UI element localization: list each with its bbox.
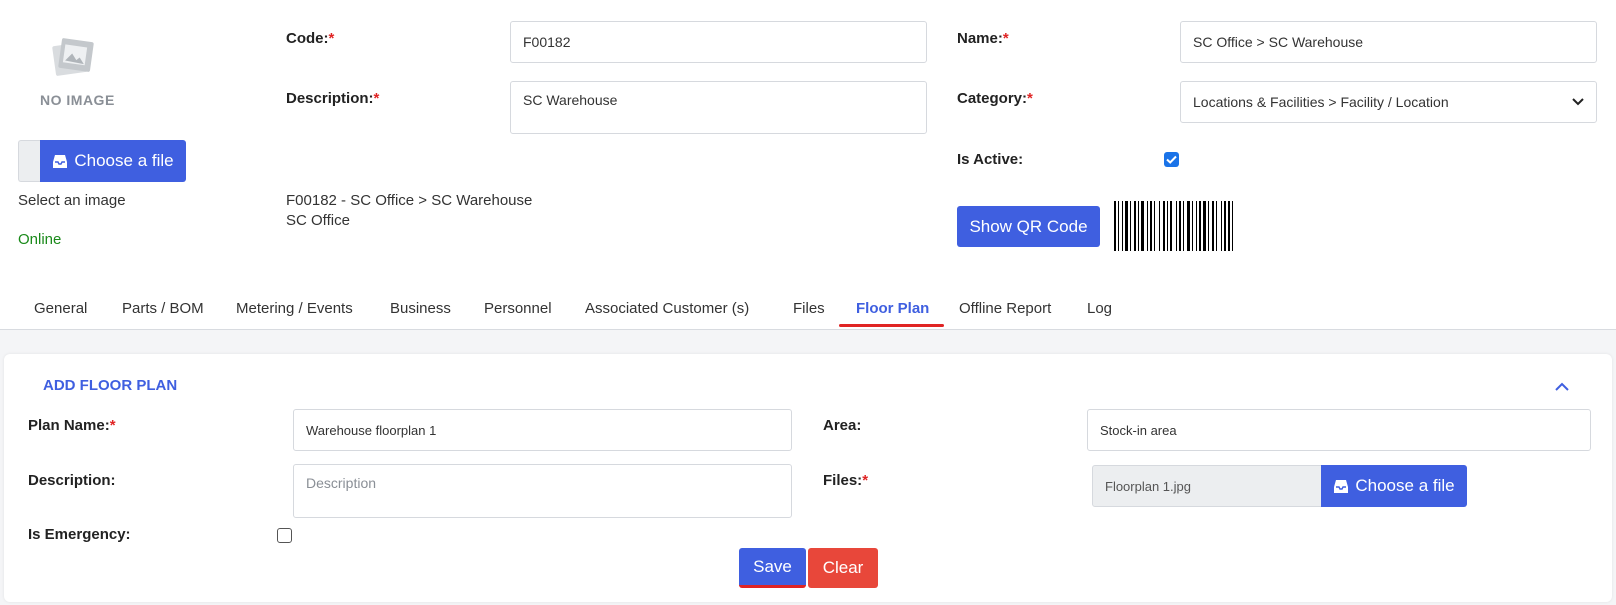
plan-name-value: Warehouse floorplan 1 [306,422,437,438]
code-value: F00182 [523,34,571,50]
plan-description-placeholder: Description [306,475,377,491]
save-label: Save [753,556,792,576]
area-label: Area: [823,417,862,434]
tab-bar: General Parts / BOM Metering / Events Bu… [0,288,1616,330]
barcode-bar [1203,201,1206,251]
barcode-bar [1176,201,1177,251]
barcode-bar [1150,201,1152,251]
tab-parts-bom[interactable]: Parts / BOM [122,300,204,317]
tab-business[interactable]: Business [390,300,451,317]
barcode-bar [1147,201,1148,251]
barcode-bar [1154,201,1155,251]
barcode-bar [1118,201,1119,251]
tab-metering-events[interactable]: Metering / Events [236,300,353,317]
image-placeholder-icon [52,38,94,76]
barcode-bar [1196,201,1197,251]
add-floor-plan-card: ADD FLOOR PLAN Plan Name:* Warehouse flo… [4,354,1612,602]
area-value: Stock-in area [1100,422,1177,438]
status-text: Online [18,231,62,248]
image-file-input[interactable] [18,140,41,182]
barcode-bar [1208,201,1209,251]
is-emergency-label: Is Emergency: [28,526,131,543]
show-qr-code-button[interactable]: Show QR Code [957,206,1100,247]
summary-line-2: SC Office [286,212,350,229]
is-active-checkbox[interactable] [1164,152,1179,167]
floor-plan-file-input[interactable]: Floorplan 1.jpg [1092,465,1327,507]
tab-divider [0,329,1616,330]
file-name-value: Floorplan 1.jpg [1105,478,1191,494]
barcode-bar [1183,201,1184,251]
tab-files[interactable]: Files [793,300,825,317]
barcode-bar [1159,201,1160,251]
barcode-bar [1170,201,1172,251]
tab-personnel[interactable]: Personnel [484,300,552,317]
description-label: Description:* [286,90,380,107]
barcode-bar [1228,201,1230,251]
code-label: Code:* [286,30,335,47]
tab-floor-plan[interactable]: Floor Plan [856,300,929,317]
plan-description-field[interactable]: Description [293,464,792,518]
choose-image-button[interactable]: Choose a file [40,140,186,182]
plan-description-label: Description: [28,472,116,489]
save-button[interactable]: Save [739,548,806,588]
clear-button[interactable]: Clear [808,548,878,588]
plan-name-field[interactable]: Warehouse floorplan 1 [293,409,792,451]
choose-floor-plan-file-label: Choose a file [1355,476,1455,495]
barcode-bar [1216,201,1217,251]
select-image-text: Select an image [18,192,126,209]
chevron-down-icon [1572,98,1584,106]
barcode-bar [1167,201,1168,251]
category-select[interactable]: Locations & Facilities > Facility / Loca… [1180,81,1597,123]
inbox-icon [1334,479,1349,493]
summary-line-1: F00182 - SC Office > SC Warehouse [286,192,533,209]
choose-floor-plan-file-button[interactable]: Choose a file [1321,465,1467,507]
code-field[interactable]: F00182 [510,21,927,63]
barcode-bar [1134,201,1136,251]
barcode-bar [1221,201,1222,251]
collapse-chevron-up-icon[interactable] [1555,382,1569,391]
image-placeholder: NO IMAGE [40,36,130,112]
checkmark-icon [1166,155,1177,164]
area-field[interactable]: Stock-in area [1087,409,1591,451]
barcode-bar [1187,201,1190,251]
barcode-bar [1199,201,1201,251]
is-emergency-checkbox[interactable] [277,528,292,543]
barcode-bar [1212,201,1214,251]
name-label: Name:* [957,30,1009,47]
barcode-bar [1163,201,1165,251]
barcode-bar [1192,201,1193,251]
tab-general[interactable]: General [34,300,87,317]
barcode-bar [1141,201,1144,251]
clear-label: Clear [822,558,864,577]
barcode-bar [1114,201,1116,251]
choose-image-label: Choose a file [74,151,174,170]
is-active-label: Is Active: [957,151,1024,168]
barcode-bar [1122,201,1123,251]
barcode-image [1114,201,1233,251]
section-title: ADD FLOOR PLAN [43,377,178,394]
files-label: Files:* [823,472,869,489]
category-value: Locations & Facilities > Facility / Loca… [1193,94,1449,110]
active-tab-indicator [839,324,944,327]
no-image-text: NO IMAGE [40,92,115,108]
barcode-bar [1138,201,1139,251]
barcode-bar [1179,201,1181,251]
name-value: SC Office > SC Warehouse [1193,34,1364,50]
name-field[interactable]: SC Office > SC Warehouse [1180,21,1597,63]
record-header-panel: NO IMAGE Choose a file Select an image O… [0,0,1616,330]
description-field[interactable]: SC Warehouse [510,81,927,134]
description-value: SC Warehouse [523,92,618,108]
barcode-bar [1232,201,1233,251]
category-label: Category:* [957,90,1033,107]
plan-name-label: Plan Name:* [28,417,116,434]
inbox-icon [53,154,68,168]
barcode-bar [1130,201,1131,251]
tab-offline-report[interactable]: Offline Report [959,300,1051,317]
barcode-bar [1125,201,1128,251]
tab-associated-customers[interactable]: Associated Customer (s) [585,300,749,317]
barcode-bar [1224,201,1226,251]
show-qr-code-label: Show QR Code [969,216,1088,236]
tab-log[interactable]: Log [1087,300,1112,317]
